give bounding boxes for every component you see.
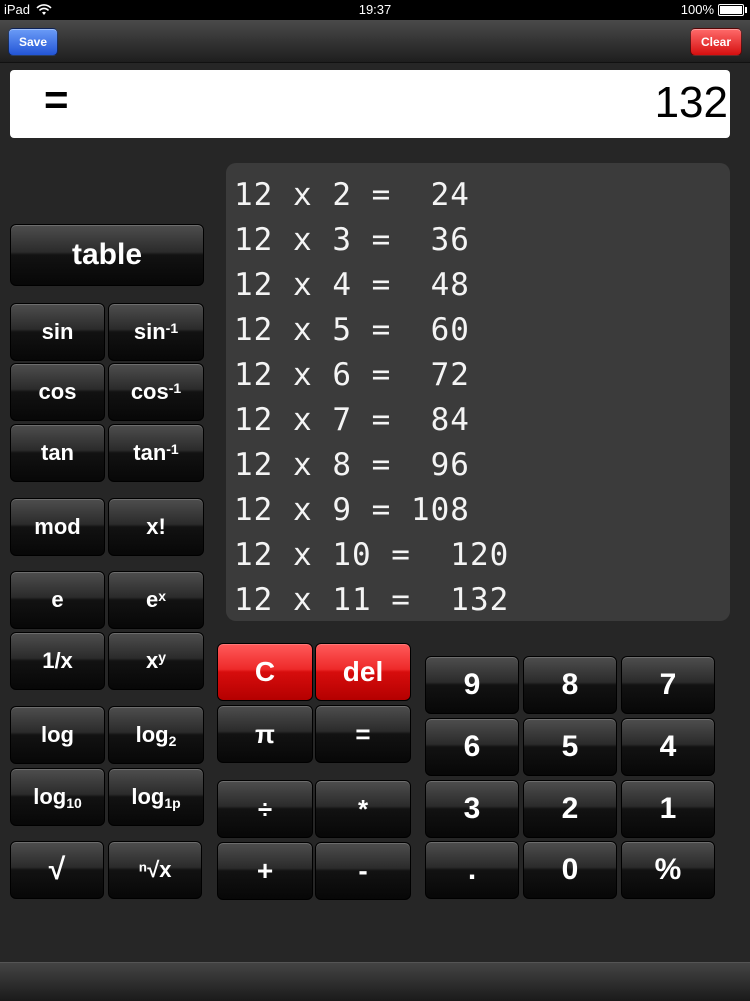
log2-button[interactable]: log 2	[108, 706, 204, 764]
calculator-display: = 132	[10, 70, 730, 138]
digit-4-button[interactable]: 4	[621, 718, 715, 776]
factorial-button[interactable]: x!	[108, 498, 204, 556]
display-equals-sign: =	[44, 76, 69, 123]
tan-button[interactable]: tan	[10, 424, 105, 482]
status-bar: iPad 19:37 100%	[0, 0, 750, 20]
multiplication-table-panel[interactable]: 12 x 2 = 24 12 x 3 = 36 12 x 4 = 48 12 x…	[226, 163, 730, 621]
digit-9-button[interactable]: 9	[425, 656, 519, 714]
exp-exponent: x	[158, 588, 167, 604]
clear-button[interactable]: Clear	[689, 28, 742, 56]
table-row: 12 x 3 = 36	[234, 222, 470, 258]
multiply-button[interactable]: *	[315, 780, 411, 838]
table-row: 12 x 7 = 84	[234, 402, 470, 438]
battery-percent: 100%	[680, 2, 714, 17]
digit-6-button[interactable]: 6	[425, 718, 519, 776]
acos-button[interactable]: cos -1	[108, 363, 204, 421]
table-row: 12 x 2 = 24	[234, 177, 470, 213]
percent-button[interactable]: %	[621, 841, 715, 899]
sqrt-button[interactable]: √	[10, 841, 104, 899]
bottom-bar	[0, 962, 750, 1001]
digit-3-button[interactable]: 3	[425, 780, 519, 838]
log2-subscript: 2	[168, 733, 177, 749]
display-result: 132	[654, 78, 728, 127]
power-button[interactable]: xy	[108, 632, 204, 690]
status-time: 19:37	[358, 2, 392, 17]
pi-button[interactable]: π	[217, 705, 313, 763]
clear-entry-button[interactable]: C	[217, 643, 313, 701]
asin-label: sin	[133, 319, 166, 344]
asin-button[interactable]: sin -1	[108, 303, 204, 361]
table-button[interactable]: table	[10, 224, 204, 286]
power-label: x	[145, 648, 159, 673]
save-button[interactable]: Save	[8, 28, 59, 56]
table-row: 12 x 5 = 60	[234, 312, 470, 348]
digit-8-button[interactable]: 8	[523, 656, 617, 714]
log1p-label: log	[131, 784, 165, 809]
table-row: 12 x 10 = 120	[234, 537, 510, 573]
minus-button[interactable]: -	[315, 842, 411, 900]
mod-button[interactable]: mod	[10, 498, 105, 556]
table-row: 12 x 9 = 108	[234, 492, 470, 528]
cos-button[interactable]: cos	[10, 363, 105, 421]
equals-button[interactable]: =	[315, 705, 411, 763]
asin-exponent: -1	[165, 320, 179, 336]
nth-root-button[interactable]: ⁿ√x	[108, 841, 202, 899]
atan-label: tan	[133, 440, 167, 465]
log10-label: log	[33, 784, 67, 809]
log10-button[interactable]: log 10	[10, 768, 105, 826]
table-row: 12 x 11 = 132	[234, 582, 510, 618]
log2-label: log	[135, 722, 169, 747]
table-row: 12 x 6 = 72	[234, 357, 470, 393]
acos-exponent: -1	[168, 380, 182, 396]
table-row: 12 x 8 = 96	[234, 447, 470, 483]
sin-button[interactable]: sin	[10, 303, 105, 361]
atan-exponent: -1	[166, 441, 179, 457]
power-exponent: y	[158, 649, 167, 665]
reciprocal-button[interactable]: 1/x	[10, 632, 105, 690]
exp-label: e	[145, 587, 159, 612]
status-right: 100%	[680, 2, 747, 17]
e-button[interactable]: e	[10, 571, 105, 629]
digit-0-button[interactable]: 0	[523, 841, 617, 899]
delete-button[interactable]: del	[315, 643, 411, 701]
plus-button[interactable]: +	[217, 842, 313, 900]
digit-1-button[interactable]: 1	[621, 780, 715, 838]
log-button[interactable]: log	[10, 706, 105, 764]
battery-fill	[720, 5, 742, 14]
atan-button[interactable]: tan -1	[108, 424, 204, 482]
exp-button[interactable]: ex	[108, 571, 204, 629]
digit-2-button[interactable]: 2	[523, 780, 617, 838]
battery-icon	[718, 3, 747, 16]
acos-label: cos	[130, 379, 169, 404]
digit-5-button[interactable]: 5	[523, 718, 617, 776]
log1p-button[interactable]: log 1p	[108, 768, 204, 826]
table-row: 12 x 4 = 48	[234, 267, 470, 303]
digit-7-button[interactable]: 7	[621, 656, 715, 714]
decimal-point-button[interactable]: .	[425, 841, 519, 899]
log10-subscript: 10	[66, 795, 82, 811]
log1p-subscript: 1p	[164, 795, 181, 811]
divide-button[interactable]: ÷	[217, 780, 313, 838]
toolbar: Save Clear	[0, 20, 750, 63]
